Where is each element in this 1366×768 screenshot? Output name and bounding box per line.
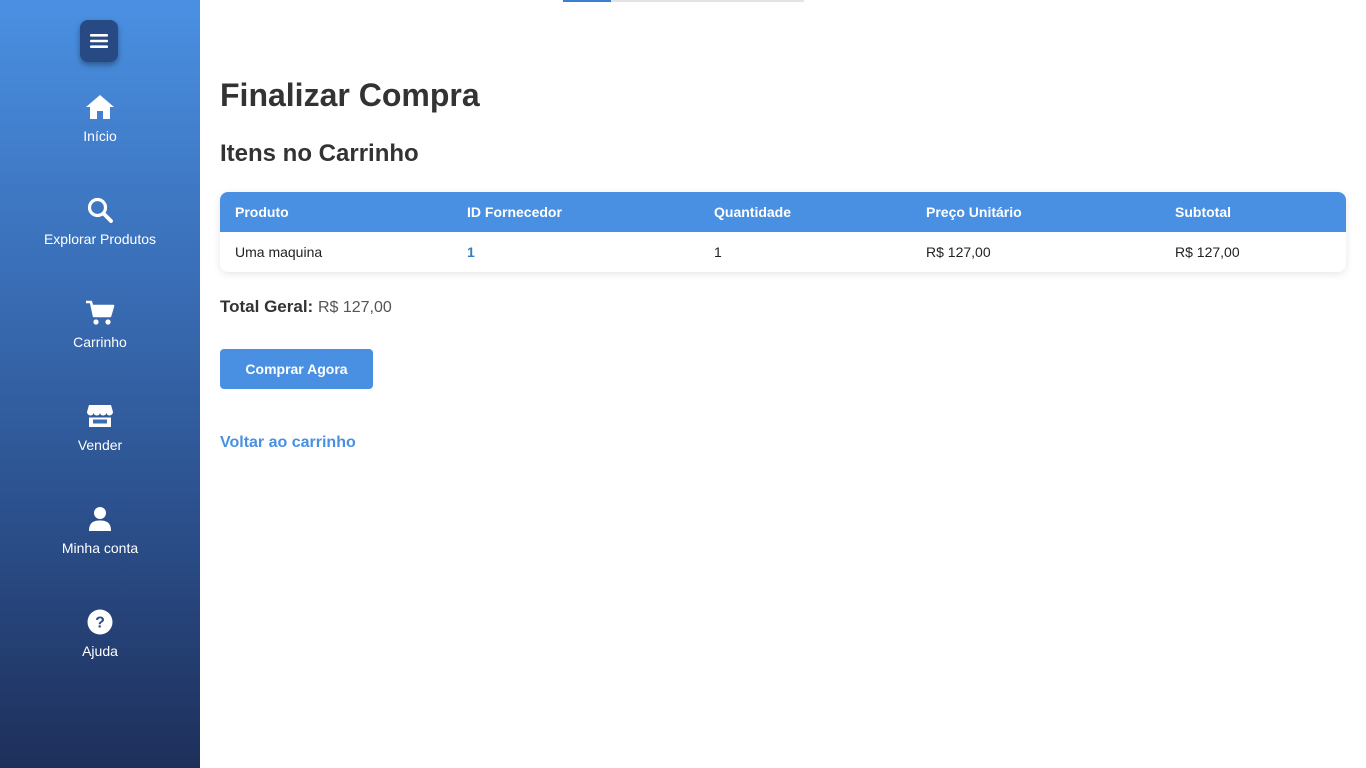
sidebar-item-carrinho[interactable]: Carrinho bbox=[0, 298, 200, 378]
sidebar-item-label: Início bbox=[83, 128, 117, 144]
sidebar-item-label: Ajuda bbox=[82, 643, 118, 659]
column-header-quantidade: Quantidade bbox=[714, 204, 792, 220]
sidebar-item-vender[interactable]: Vender bbox=[0, 401, 200, 481]
buy-now-button[interactable]: Comprar Agora bbox=[220, 349, 373, 389]
cart-icon bbox=[86, 300, 115, 325]
table-header-row: Produto ID Fornecedor Quantidade Preço U… bbox=[220, 192, 1346, 232]
sidebar: Início Explorar Produtos Carrinho Vender… bbox=[0, 0, 200, 768]
section-title: Itens no Carrinho bbox=[220, 140, 419, 167]
sidebar-item-label: Carrinho bbox=[73, 334, 127, 350]
cell-preco-unitario: R$ 127,00 bbox=[926, 244, 991, 260]
supplier-id-link[interactable]: 1 bbox=[452, 232, 699, 272]
sidebar-item-ajuda[interactable]: ? Ajuda bbox=[0, 607, 200, 687]
sidebar-item-explorar-produtos[interactable]: Explorar Produtos bbox=[0, 195, 200, 275]
hamburger-icon bbox=[90, 34, 108, 48]
top-progress-bar bbox=[563, 0, 804, 2]
sidebar-item-label: Minha conta bbox=[61, 540, 139, 556]
sidebar-item-label: Vender bbox=[77, 437, 123, 453]
help-icon: ? bbox=[87, 609, 113, 635]
search-icon bbox=[87, 197, 113, 223]
column-header-subtotal: Subtotal bbox=[1175, 204, 1231, 220]
total-summary: Total Geral: R$ 127,00 bbox=[220, 297, 392, 317]
column-header-id-fornecedor: ID Fornecedor bbox=[467, 204, 562, 220]
svg-text:?: ? bbox=[95, 615, 105, 632]
cart-table: Produto ID Fornecedor Quantidade Preço U… bbox=[220, 192, 1346, 272]
back-to-cart-link[interactable]: Voltar ao carrinho bbox=[220, 434, 356, 452]
column-header-preco-unitario: Preço Unitário bbox=[926, 204, 1022, 220]
table-row: Uma maquina 1 1 R$ 127,00 R$ 127,00 bbox=[220, 232, 1346, 272]
sidebar-item-minha-conta[interactable]: Minha conta bbox=[0, 504, 200, 584]
cell-quantidade: 1 bbox=[714, 244, 722, 260]
sidebar-item-label: Explorar Produtos bbox=[43, 231, 157, 247]
total-value: R$ 127,00 bbox=[317, 299, 392, 316]
top-progress-active bbox=[563, 0, 611, 2]
home-icon bbox=[86, 95, 114, 119]
menu-toggle-button[interactable] bbox=[80, 20, 118, 62]
user-icon bbox=[89, 507, 111, 531]
cell-subtotal: R$ 127,00 bbox=[1175, 244, 1240, 260]
store-icon bbox=[87, 405, 113, 427]
page-title: Finalizar Compra bbox=[220, 77, 480, 113]
sidebar-item-inicio[interactable]: Início bbox=[0, 92, 200, 172]
total-label: Total Geral: bbox=[220, 297, 314, 316]
column-header-produto: Produto bbox=[235, 204, 289, 220]
cell-produto: Uma maquina bbox=[235, 244, 323, 260]
